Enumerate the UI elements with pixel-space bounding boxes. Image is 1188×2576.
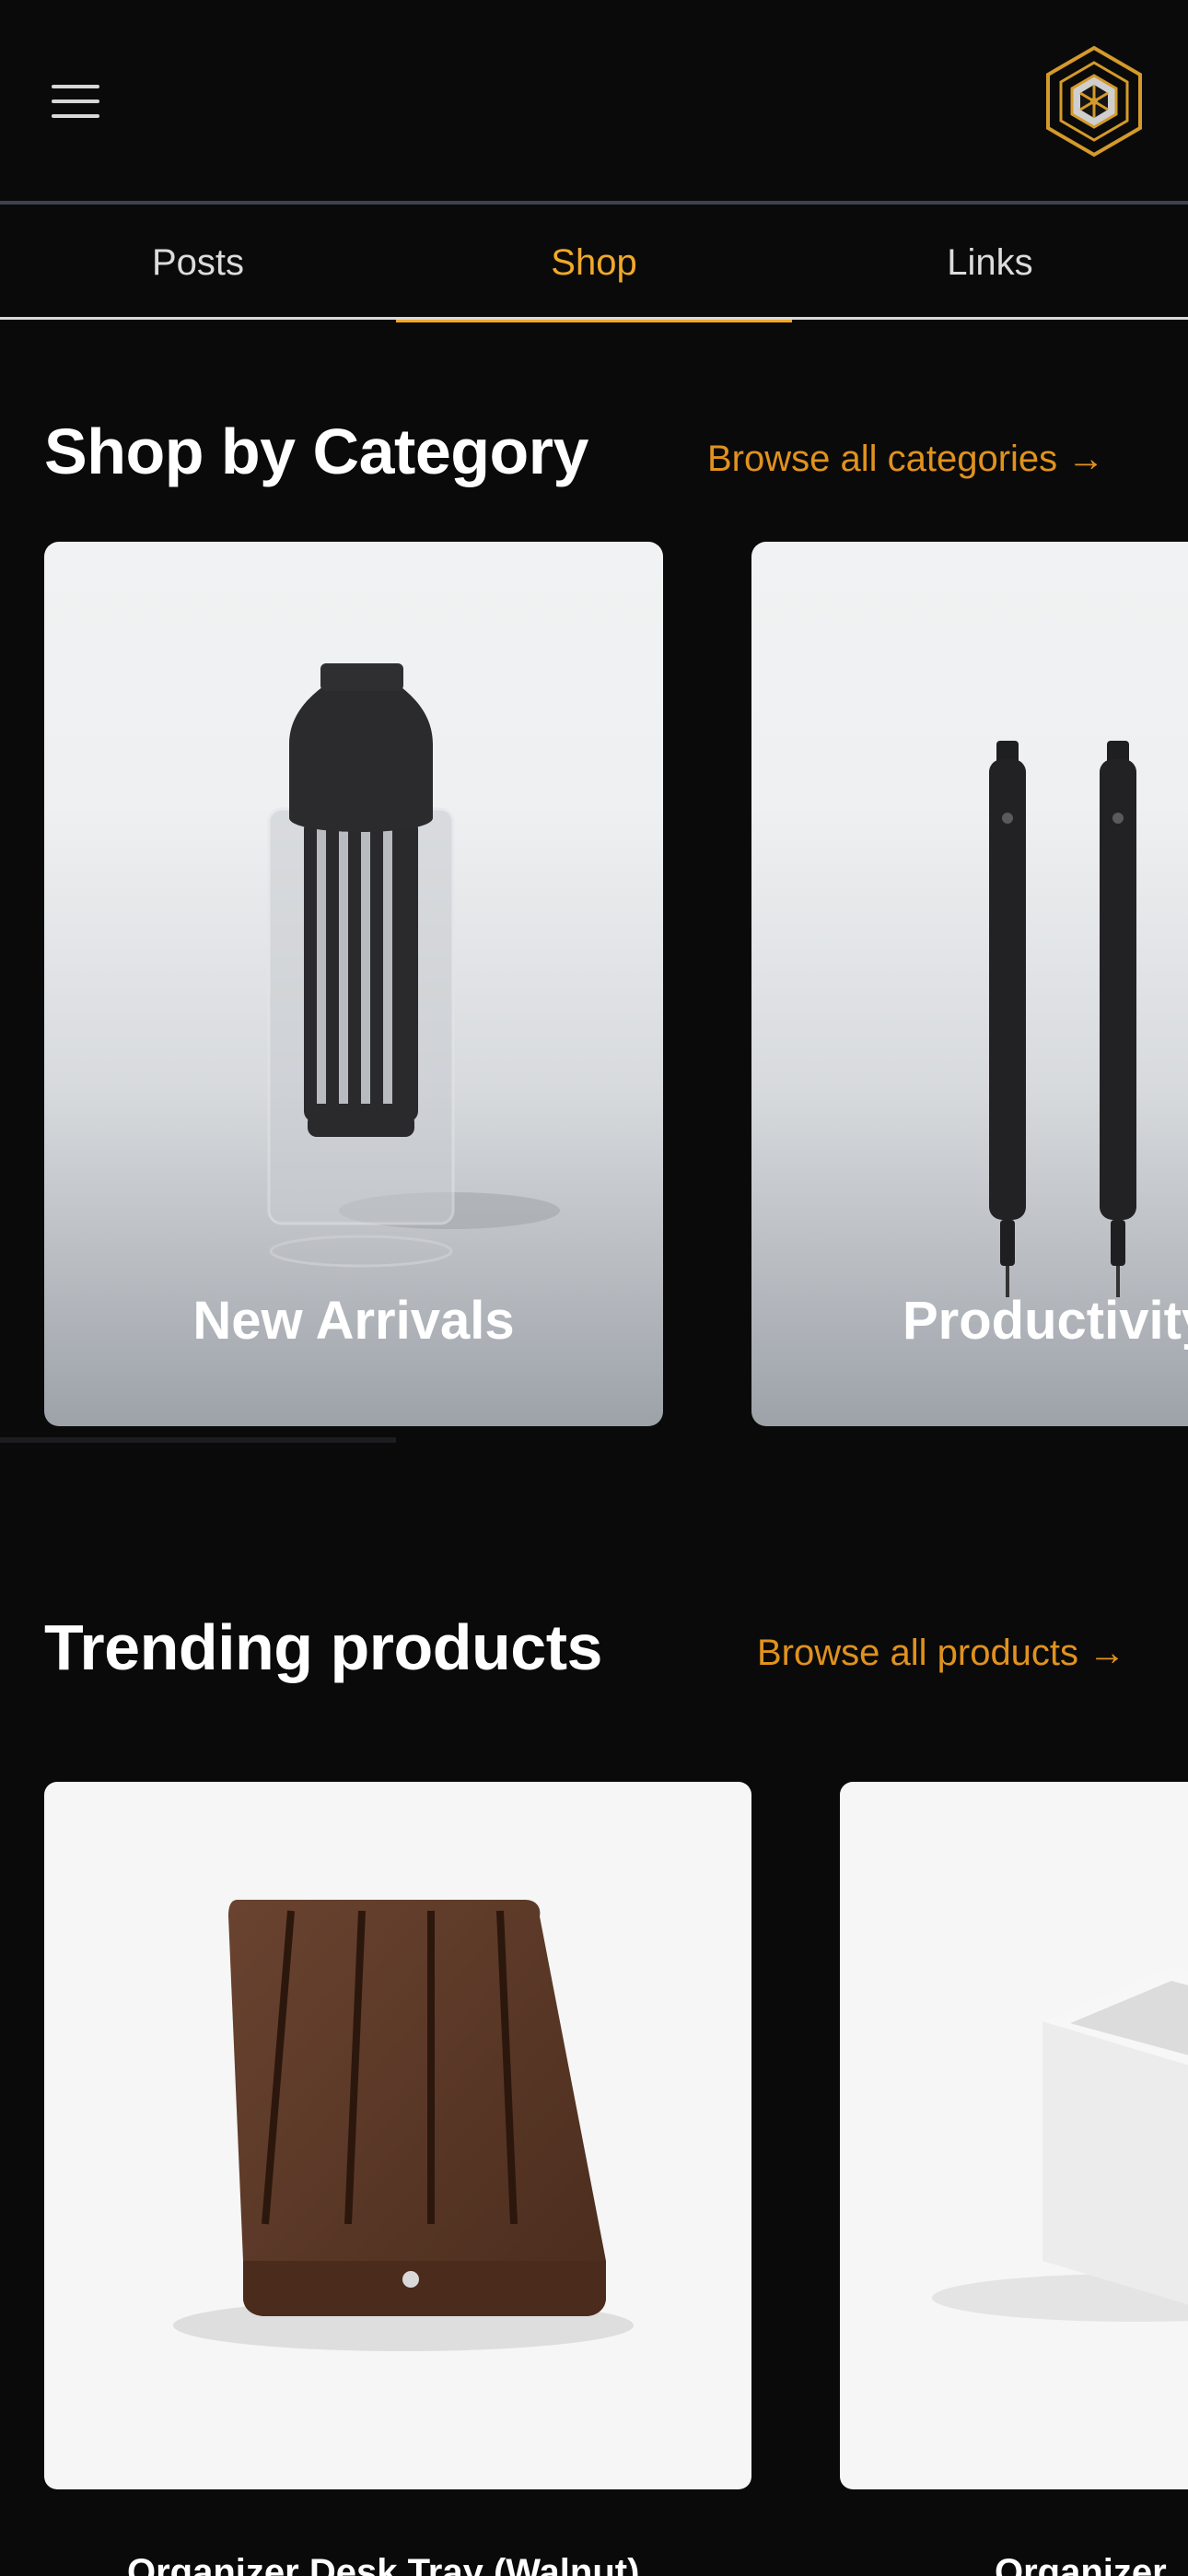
products-section-title: Trending products xyxy=(44,1611,602,1683)
tab-bar: Posts Shop Links xyxy=(0,205,1188,322)
walnut-tray-image xyxy=(173,1900,634,2351)
hexagon-logo-icon[interactable] xyxy=(1042,44,1146,158)
shop-page: Posts Shop Links Shop by Category Browse… xyxy=(0,0,1188,2576)
tab-posts[interactable]: Posts xyxy=(0,205,396,321)
tab-links[interactable]: Links xyxy=(792,205,1188,321)
category-carousel-scrollbar[interactable] xyxy=(0,1437,396,1443)
category-label: New Arrivals xyxy=(192,1291,515,1351)
product-card-organizer[interactable] xyxy=(840,1782,1188,2489)
category-card-productivity[interactable]: Productivity xyxy=(751,542,1188,1426)
product-card-desk-tray[interactable] xyxy=(44,1782,751,2489)
app-header xyxy=(0,0,1188,205)
tabs-divider xyxy=(0,317,1188,320)
category-section-title: Shop by Category xyxy=(44,416,588,487)
browse-products-link[interactable]: Browse all products → xyxy=(757,1633,1125,1674)
browse-categories-link[interactable]: Browse all categories → xyxy=(707,439,1104,480)
product-title[interactable]: Organizer Desk Tray (Walnut) xyxy=(127,2552,639,2576)
product-title[interactable]: Organizer xyxy=(995,2552,1167,2576)
tab-shop[interactable]: Shop xyxy=(396,205,792,322)
category-card-new-arrivals[interactable]: New Arrivals xyxy=(44,542,663,1426)
white-cup-image xyxy=(932,1966,1188,2322)
category-label: Productivity xyxy=(903,1291,1188,1351)
hamburger-menu-icon[interactable] xyxy=(48,81,107,125)
